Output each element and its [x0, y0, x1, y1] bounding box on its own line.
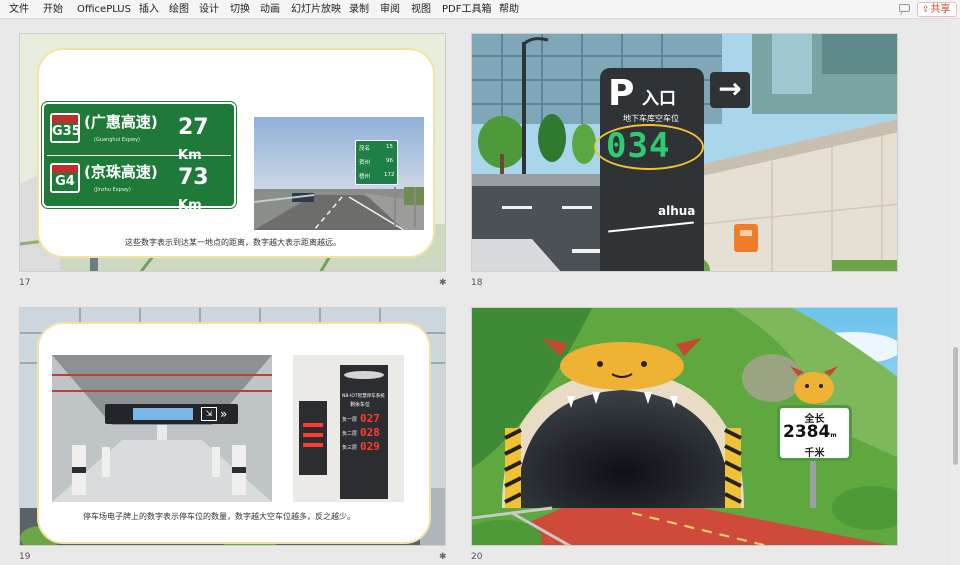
menu-pdf-toolbox[interactable]: PDF工具箱	[442, 3, 491, 16]
route-code: G4	[52, 173, 78, 191]
vertical-scrollbar[interactable]	[951, 19, 960, 565]
parking-sign-pillar: P 入口 地下车库空车位 034 alhua	[594, 68, 704, 271]
road-name-english: (Guanghui Expwy)	[94, 137, 141, 143]
distance-value: 27	[178, 115, 209, 140]
distance-g4: 73 Km	[178, 165, 234, 215]
sign-line: 茂名 15	[359, 144, 393, 152]
scrollbar-thumb[interactable]	[953, 347, 958, 465]
distance-unit: Km	[178, 148, 202, 163]
menu-animations[interactable]: 动画	[260, 3, 280, 16]
animation-star-icon: ✱	[439, 278, 447, 288]
highway-photo-art	[254, 117, 424, 230]
double-chevron-icon: »	[220, 407, 228, 421]
road-name: (广惠高速)	[84, 113, 158, 131]
comment-icon[interactable]	[897, 3, 913, 15]
slide-number-20: 20	[471, 552, 483, 562]
sign-line: 贺州 96	[359, 158, 393, 166]
slide-number-18: 18	[471, 278, 483, 288]
menu-help[interactable]: 帮助	[499, 3, 519, 16]
floor-count: 029	[360, 440, 380, 453]
expressway-shield: G4	[50, 163, 80, 193]
parking-p-label: P	[608, 73, 635, 114]
share-icon: ⇪	[922, 5, 930, 15]
menu-view[interactable]: 视图	[411, 3, 431, 16]
highlight-circle	[594, 124, 704, 170]
powerpoint-window: 文件 开始 OfficePLUS 插入 绘图 设计 切换 动画 幻灯片放映 录制…	[0, 0, 960, 565]
highway-sign: G35 (广惠高速) (Guanghui Expwy) 27 Km G4 (京珠高速…	[41, 101, 237, 213]
tunnel-length-sign: 全长 2384m 千米	[777, 405, 852, 461]
menu-review[interactable]: 审阅	[380, 3, 400, 16]
menu-file[interactable]: 文件	[9, 3, 29, 16]
menu-bar: 文件 开始 OfficePLUS 插入 绘图 设计 切换 动画 幻灯片放映 录制…	[0, 0, 960, 19]
menu-record[interactable]: 录制	[349, 3, 369, 16]
route-code: G35	[52, 123, 81, 141]
slide-thumbnail-20[interactable]: 全长 2384m 千米	[471, 307, 898, 546]
animation-star-icon: ✱	[439, 552, 447, 562]
roadside-distance-sign: 茂名 15 贺州 96 梧州 172	[355, 140, 398, 185]
menu-officeplus[interactable]: OfficePLUS	[77, 3, 131, 16]
floor-count: 028	[360, 426, 380, 439]
slide-sorter-view[interactable]: G35 (广惠高速) (Guanghui Expwy) 27 Km G4 (京珠高速…	[0, 19, 960, 565]
parking-screen-photo: NB-IOT智慧停车系统 剩余车位 负一层 027 负二层 028 负三层 02…	[293, 355, 404, 502]
floor-count: 027	[360, 412, 380, 425]
tunnel-length-value: 2384m	[783, 422, 837, 442]
slide-caption: 这些数字表示到达某一地点的距离，数字越大表示距离越远。	[125, 238, 341, 247]
slide-thumbnail-18[interactable]: P 入口 地下车库空车位 034 alhua →	[471, 33, 898, 272]
brand-label: alhua	[658, 204, 696, 218]
main-led-screen: NB-IOT智慧停车系统 剩余车位 负一层 027 负二层 028 负三层 02…	[340, 365, 388, 499]
menu-draw[interactable]: 绘图	[169, 3, 189, 16]
garage-overhead-sign: ⇲ »	[105, 404, 238, 424]
small-screen	[299, 401, 327, 475]
stripe	[608, 221, 694, 233]
menu-slideshow[interactable]: 幻灯片放映	[291, 3, 341, 16]
sign-line: 梧州 172	[359, 172, 395, 180]
slide-number-19: 19	[19, 552, 31, 562]
menu-design[interactable]: 设计	[199, 3, 219, 16]
arrow-right-icon: →	[710, 72, 750, 108]
menu-transitions[interactable]: 切换	[230, 3, 250, 16]
sign-screen	[133, 408, 193, 420]
logo	[344, 371, 384, 379]
distance-g35: 27 Km	[178, 115, 234, 165]
share-label: 共享	[930, 4, 951, 15]
slide-caption: 停车场电子牌上的数字表示停车位的数量，数字越大空车位越多，反之越少。	[83, 512, 355, 521]
road-name-english: (Jinzhu Expwy)	[94, 187, 131, 193]
floor-label: 负一层	[342, 417, 358, 423]
garage-photo-art	[52, 355, 272, 502]
menu-home[interactable]: 开始	[43, 3, 63, 16]
share-button[interactable]: ⇪共享	[917, 2, 957, 17]
distance-unit: Km	[178, 198, 202, 213]
expressway-shield: G35	[50, 113, 81, 143]
slide-thumbnail-19[interactable]: ⇲ » NB-IOT智慧停车系统 剩余车位 负一层 027 负二层 028 负三…	[19, 307, 446, 546]
floor-label: 负三层	[342, 445, 358, 451]
road-name: (京珠高速)	[84, 163, 158, 181]
slide-number-17: 17	[19, 278, 31, 288]
highway-photo: 茂名 15 贺州 96 梧州 172	[254, 117, 424, 230]
menu-insert[interactable]: 插入	[139, 3, 159, 16]
exit-icon: ⇲	[201, 407, 217, 421]
screen-title: NB-IOT智慧停车系统	[342, 394, 385, 399]
distance-value: 73	[178, 165, 209, 190]
slide-thumbnail-17[interactable]: G35 (广惠高速) (Guanghui Expwy) 27 Km G4 (京珠高速…	[19, 33, 446, 272]
floor-label: 负二层	[342, 431, 358, 437]
sign-label-bottom: 千米	[804, 448, 825, 459]
screen-subtitle: 剩余车位	[350, 402, 371, 408]
parking-subtitle: 地下车库空车位	[623, 114, 679, 123]
entrance-label: 入口	[642, 89, 676, 109]
garage-photo: ⇲ »	[52, 355, 272, 502]
